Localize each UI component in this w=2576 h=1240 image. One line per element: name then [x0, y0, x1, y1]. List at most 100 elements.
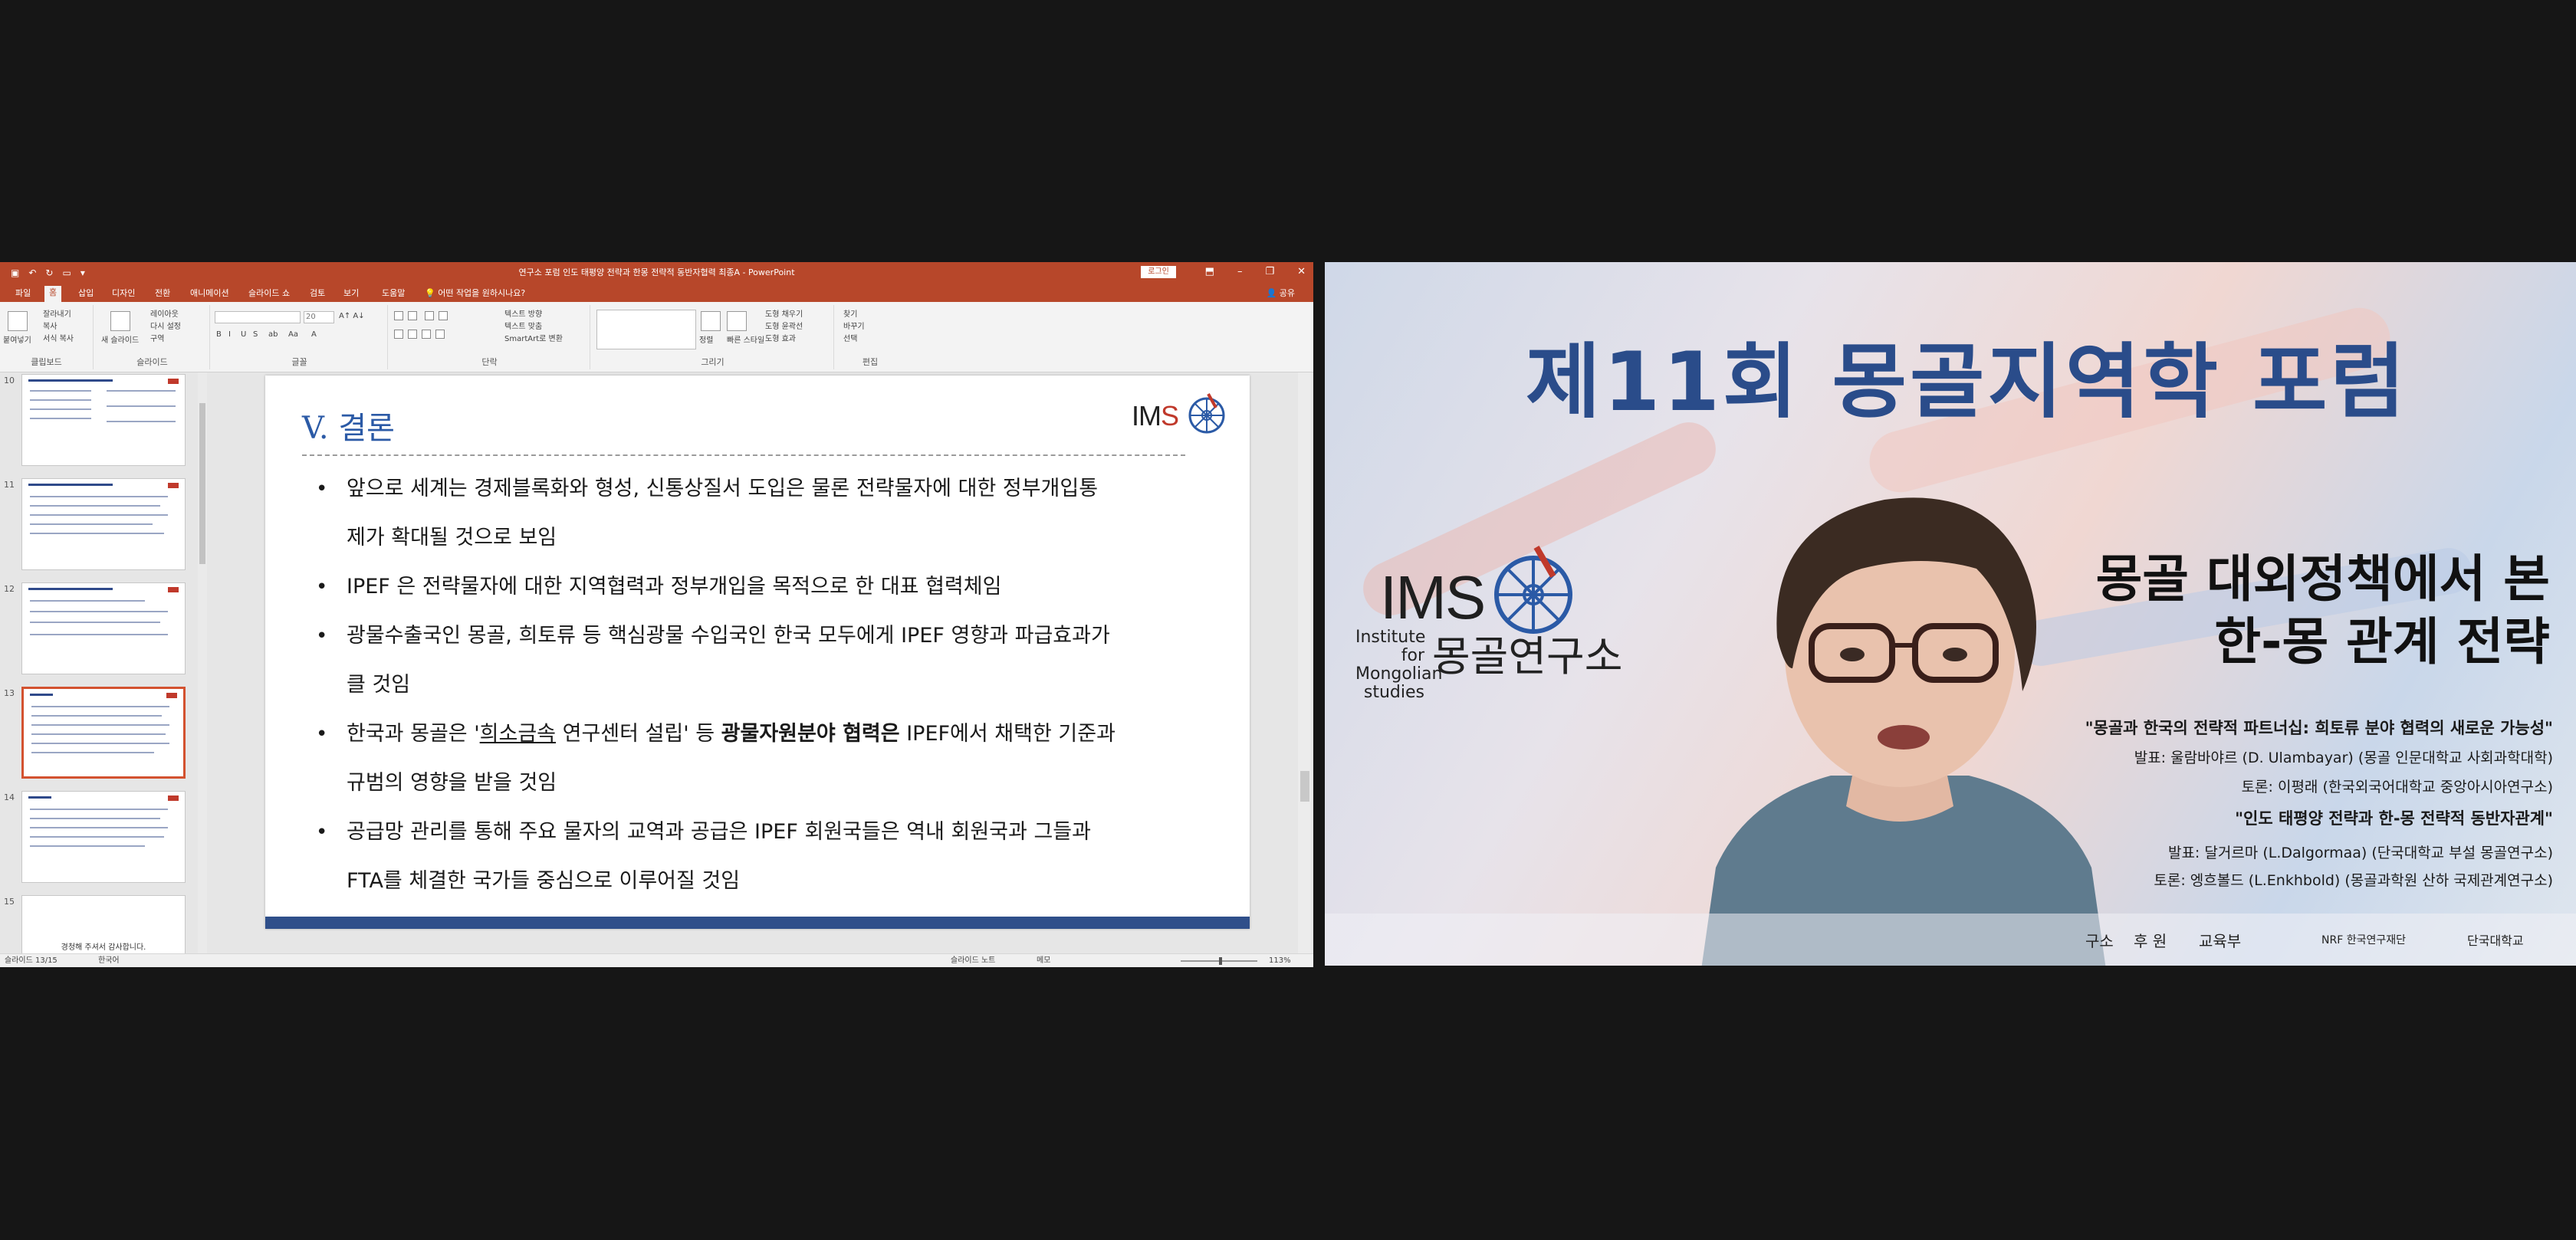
paste-button[interactable]: 붙여넣기 [3, 336, 31, 346]
slide-scrollbar[interactable] [1298, 372, 1312, 953]
tell-me-box[interactable]: 💡 어떤 작업을 원하시나요? [420, 287, 530, 300]
format-painter-button[interactable]: 서식 복사 [43, 334, 74, 345]
thumbnail-text-line [31, 715, 162, 717]
italic-icon[interactable]: I [228, 330, 231, 340]
find-button[interactable]: 찾기 [843, 310, 857, 320]
bold-icon[interactable]: B [216, 330, 222, 340]
powerpoint-window: ▣ ↶ ↻ ▭ ▾ 연구소 포럼 인도 태평양 전략과 한몽 전략적 동반자협력… [0, 262, 1313, 967]
align-text-button[interactable]: 텍스트 맞춤 [504, 322, 542, 333]
grow-font-icon[interactable]: A↑ A↓ [339, 311, 365, 322]
copy-button[interactable]: 복사 [43, 322, 57, 333]
thumbnail-text-line [30, 611, 168, 612]
align-center-icon[interactable] [408, 330, 417, 339]
footer-org-dankook: 단국대학교 [2467, 933, 2524, 948]
thumbnail-text-line [30, 836, 164, 838]
language-indicator[interactable]: 한국어 [98, 954, 120, 967]
text-direction-button[interactable]: 텍스트 방향 [504, 310, 542, 320]
bullet-text: 공급망 관리를 통해 주요 물자의 교역과 공급은 IPEF 회원국들은 역내 … [347, 820, 1091, 844]
thumbnail-text-line [30, 496, 168, 497]
quick-styles-icon[interactable] [727, 311, 747, 331]
new-slide-button[interactable]: 새 슬라이드 [101, 336, 139, 346]
slide-thumbnail-15[interactable]: 경청해 주셔서 감사합니다. [21, 895, 186, 953]
bullet-list[interactable]: 앞으로 세계는 경제블록화와 형성, 신통상질서 도입은 물론 전략물자에 대한… [302, 464, 1196, 906]
ribbon-display-icon[interactable]: ⬒ [1205, 265, 1214, 279]
shapes-gallery[interactable] [596, 310, 696, 349]
quick-styles-button[interactable]: 빠른 스타일 [727, 336, 764, 346]
underline-icon[interactable]: U [241, 330, 246, 340]
numbering-icon[interactable] [408, 311, 417, 320]
thumbnail-end-text: 경청해 주셔서 감사합니다. [61, 943, 146, 952]
tab-insert[interactable]: 삽입 [74, 287, 98, 300]
slide-title[interactable]: V. 결론 [302, 403, 395, 448]
slide-thumbnail-10[interactable] [21, 374, 186, 466]
arrange-button[interactable]: 정렬 [699, 336, 713, 346]
change-case-icon[interactable]: Aa [288, 330, 298, 340]
char-spacing-icon[interactable]: ab [268, 330, 278, 340]
notes-button[interactable]: 슬라이드 노트 [951, 954, 995, 967]
thumbnail-text-line [30, 390, 91, 392]
minimize-icon[interactable]: – [1237, 265, 1243, 279]
tab-design[interactable]: 디자인 [107, 287, 140, 300]
share-button[interactable]: 👤 공유 [1267, 287, 1295, 300]
decrease-indent-icon[interactable] [425, 311, 434, 320]
slide-thumbnail-11[interactable] [21, 478, 186, 570]
shape-outline-button[interactable]: 도형 윤곽선 [765, 322, 803, 333]
font-name-field[interactable] [215, 311, 301, 323]
font-color-icon[interactable]: A [311, 330, 317, 340]
justify-icon[interactable] [435, 330, 445, 339]
bullets-icon[interactable] [394, 311, 403, 320]
layout-button[interactable]: 레이아웃 [150, 310, 179, 320]
clipboard-group-label: 클립보드 [31, 357, 62, 367]
thumbnail-text-line [31, 752, 154, 753]
increase-indent-icon[interactable] [439, 311, 448, 320]
strikethrough-icon[interactable]: S [253, 330, 258, 340]
arrange-icon[interactable] [701, 311, 721, 331]
footer-sponsor-label: 후 원 [2134, 932, 2167, 950]
thumbnails-scrollbar[interactable] [198, 372, 207, 953]
close-icon[interactable]: ✕ [1297, 265, 1306, 279]
slide-counter: 슬라이드 13/15 [5, 956, 58, 965]
smartart-button[interactable]: SmartArt로 변환 [504, 334, 563, 345]
replace-button[interactable]: 바꾸기 [843, 322, 865, 333]
shape-fill-button[interactable]: 도형 채우기 [765, 310, 803, 320]
font-size-field[interactable]: 20 [304, 311, 334, 323]
scrollbar-thumb[interactable] [1300, 771, 1309, 802]
slide-thumbnail-13[interactable] [21, 687, 186, 779]
tab-view[interactable]: 보기 [339, 287, 363, 300]
slide-thumbnail-12[interactable] [21, 582, 186, 674]
tab-review[interactable]: 검토 [305, 287, 330, 300]
new-slide-icon[interactable] [110, 311, 130, 331]
section-button[interactable]: 구역 [150, 334, 164, 345]
zoom-slider-handle[interactable] [1219, 957, 1222, 965]
thumbnail-text-line [31, 724, 169, 726]
align-right-icon[interactable] [422, 330, 431, 339]
tab-help[interactable]: 도움말 [377, 287, 409, 300]
thumbnail-text-line [30, 818, 160, 819]
tab-animations[interactable]: 애니메이션 [186, 287, 234, 300]
scrollbar-thumb[interactable] [199, 403, 205, 564]
tab-file[interactable]: 파일 [11, 287, 35, 300]
select-button[interactable]: 선택 [843, 334, 857, 345]
paste-icon[interactable] [8, 311, 28, 331]
reset-button[interactable]: 다시 설정 [150, 322, 181, 333]
institute-word: studies [1363, 683, 1424, 702]
align-left-icon[interactable] [394, 330, 403, 339]
shape-effects-button[interactable]: 도형 효과 [765, 334, 796, 345]
tab-home[interactable]: 홈 [44, 286, 62, 302]
cut-button[interactable]: 잘라내기 [43, 310, 71, 320]
bold-term: 광물자원분야 협력은 [721, 722, 900, 746]
slide-footer-bar [265, 917, 1250, 929]
current-slide[interactable]: V. 결론 IMS 앞으로 세계는 경제블록화와 형성 [265, 376, 1250, 929]
restore-icon[interactable]: ❐ [1265, 265, 1274, 279]
thumbnail-title-bar [28, 796, 51, 799]
signin-button[interactable]: 로그인 [1141, 266, 1176, 278]
tab-transitions[interactable]: 전환 [150, 287, 175, 300]
footer-org-nrf: NRF 한국연구재단 [2321, 934, 2406, 946]
comments-button[interactable]: 메모 [1037, 954, 1050, 967]
tab-slideshow[interactable]: 슬라이드 쇼 [244, 287, 294, 300]
slide-thumbnail-14[interactable] [21, 791, 186, 883]
session2-title: "인도 태평양 전략과 한-몽 전략적 동반자관계" [2235, 809, 2553, 828]
thumbnail-text-line [30, 418, 91, 419]
zoom-level[interactable]: 113% [1269, 954, 1291, 967]
bullet-text: FTA를 체결한 국가들 중심으로 이루어질 것임 [347, 869, 741, 893]
